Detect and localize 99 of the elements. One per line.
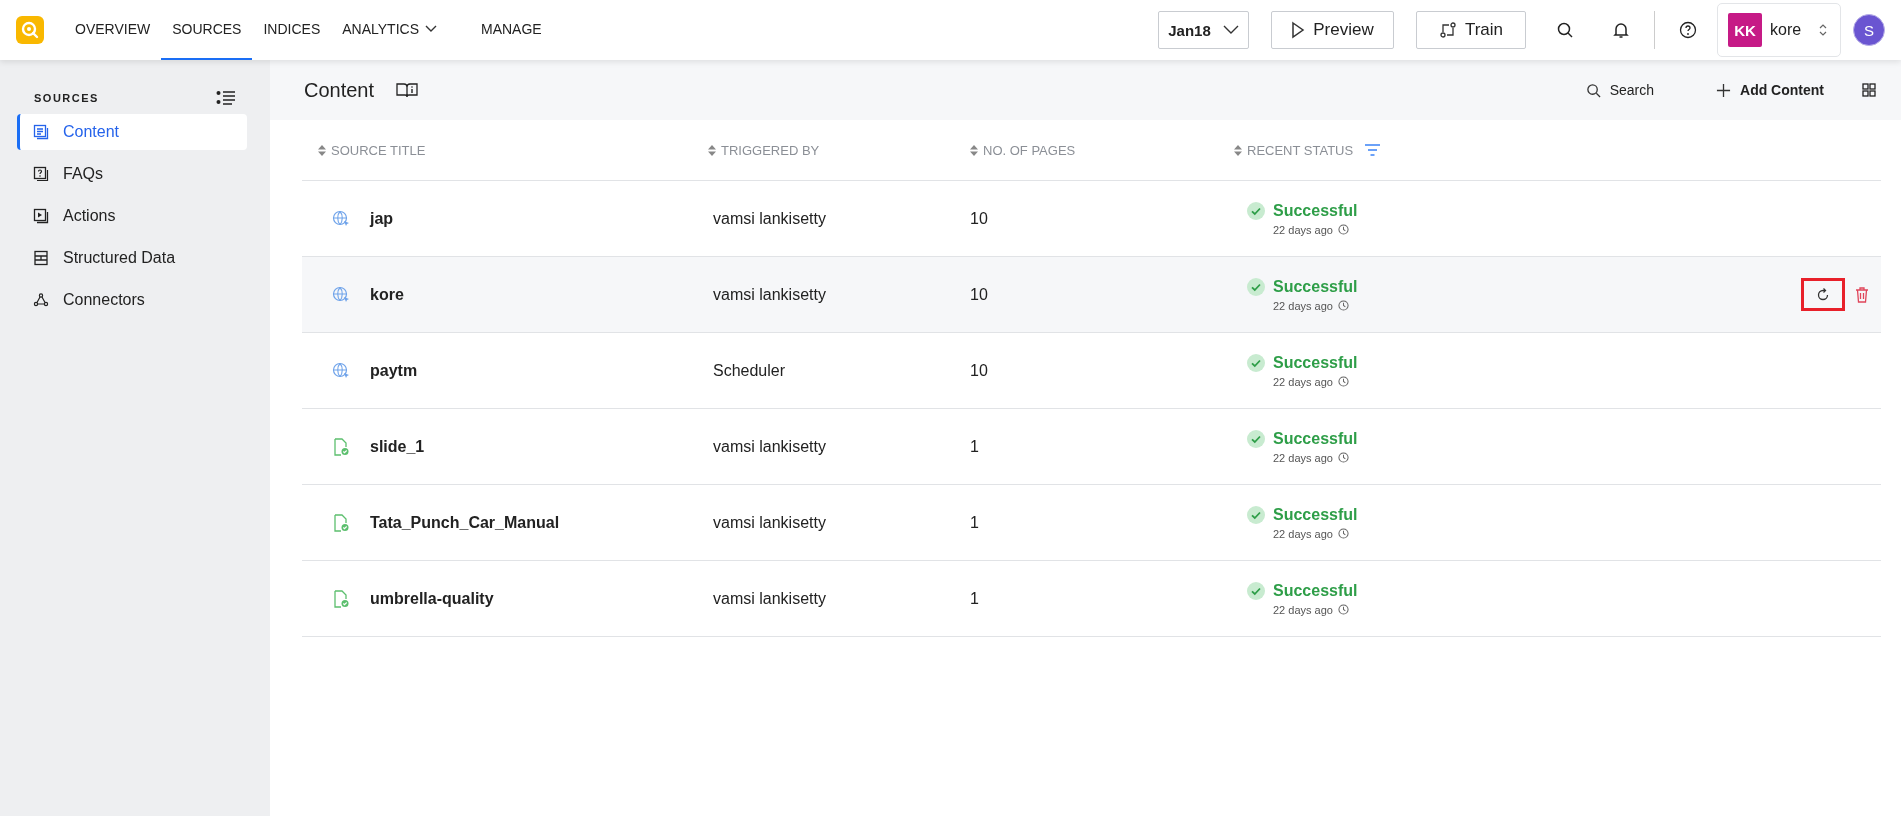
globe-icon bbox=[332, 361, 350, 380]
document-icon bbox=[33, 124, 49, 140]
status-text: Successful bbox=[1273, 353, 1358, 372]
clock-icon bbox=[1337, 224, 1349, 235]
sidebar-item[interactable]: Content bbox=[17, 114, 247, 150]
sort-icon bbox=[318, 144, 326, 156]
page-count: 1 bbox=[970, 513, 979, 532]
search-button[interactable]: Search bbox=[1585, 82, 1654, 98]
check-circle-icon bbox=[1247, 277, 1265, 296]
sidebar-item[interactable]: Structured Data bbox=[17, 240, 247, 276]
add-content-button[interactable]: Add Content bbox=[1716, 82, 1824, 98]
question-card-icon bbox=[33, 166, 49, 182]
sort-icon bbox=[1234, 144, 1242, 156]
clock-icon bbox=[1337, 528, 1349, 539]
flow-icon bbox=[1438, 21, 1457, 39]
globe-icon bbox=[332, 209, 350, 228]
clock-icon bbox=[1337, 452, 1349, 463]
app-logo bbox=[16, 16, 44, 44]
train-button[interactable]: Train bbox=[1416, 11, 1526, 49]
play-card-icon bbox=[33, 208, 49, 224]
search-icon[interactable] bbox=[1556, 21, 1574, 39]
status-time: 22 days ago bbox=[1273, 451, 1333, 464]
page-count: 10 bbox=[970, 209, 988, 228]
grid-icon[interactable] bbox=[1862, 83, 1876, 97]
help-icon[interactable] bbox=[1679, 21, 1697, 39]
sidebar-item[interactable]: Actions bbox=[17, 198, 247, 234]
triggered-by: vamsi lankisetty bbox=[713, 513, 826, 532]
status-text: Successful bbox=[1273, 581, 1358, 600]
sort-icon bbox=[970, 144, 978, 156]
check-circle-icon bbox=[1247, 505, 1265, 524]
check-circle-icon bbox=[1247, 581, 1265, 600]
nav-tab[interactable]: OVERVIEW bbox=[64, 0, 162, 60]
source-title: jap bbox=[370, 209, 394, 228]
nav-tab[interactable]: ANALYTICS bbox=[331, 0, 448, 60]
filter-icon[interactable] bbox=[1365, 144, 1381, 156]
table-row[interactable]: umbrella-quality vamsi lankisetty 1 Successful 22 days ago bbox=[302, 561, 1881, 637]
source-title: Tata_Punch_Car_Manual bbox=[370, 513, 560, 532]
table-icon bbox=[33, 250, 49, 266]
account-switcher[interactable]: KK kore bbox=[1717, 3, 1841, 57]
bell-icon[interactable] bbox=[1612, 21, 1630, 39]
status-text: Successful bbox=[1273, 429, 1358, 448]
table-row[interactable]: slide_1 vamsi lankisetty 1 Successful 22 days ago bbox=[302, 409, 1881, 485]
account-initials: KK bbox=[1728, 13, 1762, 47]
check-circle-icon bbox=[1247, 353, 1265, 372]
search-icon bbox=[1585, 82, 1601, 98]
page-count: 10 bbox=[970, 361, 988, 380]
clock-icon bbox=[1337, 604, 1349, 615]
chevron-down-icon bbox=[1222, 25, 1239, 35]
book-info-icon[interactable] bbox=[396, 82, 419, 98]
page-count: 1 bbox=[970, 589, 979, 608]
delete-icon[interactable] bbox=[1855, 286, 1869, 303]
user-avatar[interactable]: S bbox=[1853, 14, 1885, 46]
triggered-by: vamsi lankisetty bbox=[713, 285, 826, 304]
version-dropdown[interactable]: Jan18 bbox=[1158, 11, 1249, 49]
refresh-icon[interactable] bbox=[1816, 287, 1830, 302]
sidebar-title: SOURCES bbox=[34, 92, 99, 104]
triangle-nodes-icon bbox=[33, 292, 49, 308]
table-row[interactable]: kore vamsi lankisetty 10 Successful 22 days ago bbox=[302, 257, 1881, 333]
play-icon bbox=[1291, 21, 1306, 39]
globe-icon bbox=[332, 285, 350, 304]
clock-icon bbox=[1337, 300, 1349, 311]
triggered-by: Scheduler bbox=[713, 361, 786, 380]
sidebar-item[interactable]: FAQs bbox=[17, 156, 247, 192]
triggered-by: vamsi lankisetty bbox=[713, 589, 826, 608]
triggered-by: vamsi lankisetty bbox=[713, 437, 826, 456]
table-row[interactable]: paytm Scheduler 10 Successful 22 days ago bbox=[302, 333, 1881, 409]
triggered-by: vamsi lankisetty bbox=[713, 209, 826, 228]
table-row[interactable]: Tata_Punch_Car_Manual vamsi lankisetty 1 Successful 22 days ago bbox=[302, 485, 1881, 561]
status-text: Successful bbox=[1273, 277, 1358, 296]
updown-icon bbox=[1818, 23, 1828, 37]
status-time: 22 days ago bbox=[1273, 223, 1333, 236]
nav-tab[interactable]: INDICES bbox=[252, 0, 332, 60]
page-count: 1 bbox=[970, 437, 979, 456]
check-circle-icon bbox=[1247, 429, 1265, 448]
source-title: paytm bbox=[370, 361, 418, 380]
status-text: Successful bbox=[1273, 505, 1358, 524]
nav-tab[interactable]: MANAGE bbox=[470, 0, 553, 60]
page-count: 10 bbox=[970, 285, 988, 304]
status-text: Successful bbox=[1273, 201, 1358, 220]
status-time: 22 days ago bbox=[1273, 375, 1333, 388]
status-time: 22 days ago bbox=[1273, 603, 1333, 616]
check-circle-icon bbox=[1247, 201, 1265, 220]
source-title: umbrella-quality bbox=[370, 589, 494, 608]
status-time: 22 days ago bbox=[1273, 527, 1333, 540]
chevron-down-icon bbox=[425, 25, 437, 33]
sidebar-item[interactable]: Connectors bbox=[17, 282, 247, 318]
source-title: kore bbox=[370, 285, 404, 304]
account-name: kore bbox=[1770, 21, 1803, 39]
list-icon[interactable] bbox=[216, 90, 236, 106]
file-check-icon bbox=[332, 589, 350, 608]
status-time: 22 days ago bbox=[1273, 299, 1333, 312]
page-title: Content bbox=[304, 78, 375, 102]
file-check-icon bbox=[332, 513, 350, 532]
preview-button[interactable]: Preview bbox=[1271, 11, 1394, 49]
plus-icon bbox=[1716, 82, 1731, 98]
clock-icon bbox=[1337, 376, 1349, 387]
sort-icon bbox=[708, 144, 716, 156]
source-title: slide_1 bbox=[370, 437, 425, 456]
file-check-icon bbox=[332, 437, 350, 456]
